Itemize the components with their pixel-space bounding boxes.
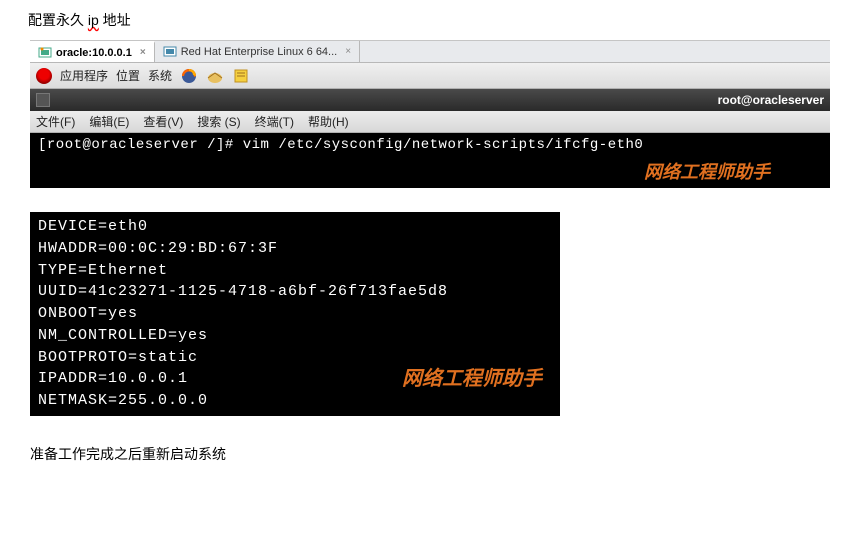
gnome-panel: 应用程序 位置 系统 — [30, 63, 830, 89]
terminal-icon — [36, 93, 50, 107]
terminal-titlebar: root@oracleserver — [30, 89, 830, 111]
document-heading: 配置永久 ip 地址 — [20, 10, 834, 30]
config-onboot: ONBOOT=yes — [38, 303, 552, 325]
close-icon[interactable]: × — [345, 46, 351, 57]
heading-prefix: 配置永久 — [28, 12, 88, 28]
mail-icon[interactable] — [206, 67, 224, 85]
terminal-menubar: 文件(F) 编辑(E) 查看(V) 搜索 (S) 终端(T) 帮助(H) — [30, 111, 830, 133]
notes-icon[interactable] — [232, 67, 250, 85]
ifcfg-file-content: DEVICE=eth0 HWADDR=00:0C:29:BD:67:3F TYP… — [30, 212, 560, 416]
terminal-command-line: [root@oracleserver /]# vim /etc/sysconfi… — [38, 137, 822, 153]
vm-window: oracle:10.0.0.1 × Red Hat Enterprise Lin… — [30, 40, 830, 188]
tab-oracle-label: oracle:10.0.0.1 — [56, 47, 132, 59]
config-uuid: UUID=41c23271-1125-4718-a6bf-26f713fae5d… — [38, 281, 552, 303]
tab-bar: oracle:10.0.0.1 × Red Hat Enterprise Lin… — [30, 41, 830, 63]
config-device: DEVICE=eth0 — [38, 216, 552, 238]
firefox-icon[interactable] — [180, 67, 198, 85]
vm-icon — [163, 45, 177, 59]
panel-applications[interactable]: 应用程序 — [60, 67, 108, 84]
config-type: TYPE=Ethernet — [38, 260, 552, 282]
tab-oracle[interactable]: oracle:10.0.0.1 × — [30, 41, 155, 62]
menu-edit[interactable]: 编辑(E) — [89, 113, 129, 130]
redhat-logo-icon[interactable] — [36, 68, 52, 84]
config-hwaddr: HWADDR=00:0C:29:BD:67:3F — [38, 238, 552, 260]
heading-ip: ip — [88, 12, 99, 28]
heading-suffix: 地址 — [99, 12, 131, 28]
document-footer-note: 准备工作完成之后重新启动系统 — [30, 444, 834, 464]
menu-file[interactable]: 文件(F) — [36, 113, 75, 130]
panel-places[interactable]: 位置 — [116, 67, 140, 84]
terminal-title: root@oracleserver — [56, 93, 824, 107]
menu-terminal[interactable]: 终端(T) — [255, 113, 294, 130]
menu-search[interactable]: 搜索 (S) — [197, 113, 240, 130]
tab-redhat[interactable]: Red Hat Enterprise Linux 6 64... × — [155, 41, 360, 62]
close-icon[interactable]: × — [140, 47, 146, 58]
tab-redhat-label: Red Hat Enterprise Linux 6 64... — [181, 46, 338, 58]
vm-icon — [38, 46, 52, 60]
menu-help[interactable]: 帮助(H) — [308, 113, 349, 130]
config-nmcontrolled: NM_CONTROLLED=yes — [38, 325, 552, 347]
panel-system[interactable]: 系统 — [148, 67, 172, 84]
watermark-text: 网络工程师助手 — [644, 158, 770, 184]
watermark-text: 网络工程师助手 — [402, 365, 542, 394]
menu-view[interactable]: 查看(V) — [143, 113, 183, 130]
terminal-output[interactable]: [root@oracleserver /]# vim /etc/sysconfi… — [30, 133, 830, 188]
